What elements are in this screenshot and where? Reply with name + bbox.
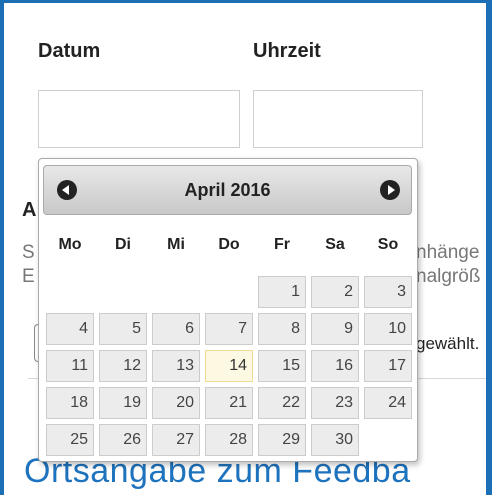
calendar-day[interactable]: 29 bbox=[258, 424, 306, 456]
calendar-day[interactable]: 30 bbox=[311, 424, 359, 456]
weekday-header-so: So bbox=[377, 236, 399, 253]
datepicker-header: April 2016 bbox=[43, 165, 412, 215]
calendar-day[interactable]: 18 bbox=[46, 387, 94, 419]
date-input[interactable] bbox=[38, 90, 240, 148]
calendar-day[interactable]: 7 bbox=[205, 313, 253, 345]
calendar-day[interactable]: 13 bbox=[152, 350, 200, 382]
calendar-day[interactable]: 11 bbox=[46, 350, 94, 382]
bg-text-line-1: nhänge bbox=[416, 242, 480, 263]
calendar-day[interactable]: 8 bbox=[258, 313, 306, 345]
date-label: Datum bbox=[38, 40, 101, 62]
window-frame-top bbox=[0, 0, 492, 3]
calendar-day[interactable]: 27 bbox=[152, 424, 200, 456]
calendar-day[interactable]: 17 bbox=[364, 350, 412, 382]
window-frame-right bbox=[486, 0, 492, 495]
bg-partial-heading: A bbox=[22, 199, 37, 221]
bg-partial-text-2: E bbox=[22, 266, 35, 287]
calendar-day[interactable]: 14 bbox=[205, 350, 253, 382]
weekday-header-do: Do bbox=[218, 236, 240, 253]
calendar-day[interactable]: 23 bbox=[311, 387, 359, 419]
time-input[interactable] bbox=[253, 90, 423, 148]
weekday-header-mo: Mo bbox=[58, 236, 82, 253]
time-label: Uhrzeit bbox=[253, 40, 321, 62]
calendar-day[interactable]: 22 bbox=[258, 387, 306, 419]
weekday-header-di: Di bbox=[115, 236, 131, 253]
bg-partial-text-1: S bbox=[22, 242, 35, 263]
calendar-day[interactable]: 3 bbox=[364, 276, 412, 308]
calendar-day[interactable]: 6 bbox=[152, 313, 200, 345]
calendar-day[interactable]: 10 bbox=[364, 313, 412, 345]
weekday-header-mi: Mi bbox=[167, 236, 185, 253]
window-frame-left bbox=[0, 0, 4, 495]
calendar-day[interactable]: 28 bbox=[205, 424, 253, 456]
calendar-day[interactable]: 9 bbox=[311, 313, 359, 345]
bg-text-line-3: gewählt. bbox=[416, 334, 480, 353]
calendar-day[interactable]: 20 bbox=[152, 387, 200, 419]
bg-text-line-2: nalgröß bbox=[416, 266, 481, 287]
calendar-day[interactable]: 26 bbox=[99, 424, 147, 456]
calendar-day[interactable]: 15 bbox=[258, 350, 306, 382]
datepicker-month-title: April 2016 bbox=[184, 180, 271, 200]
next-month-icon[interactable] bbox=[380, 180, 400, 200]
calendar-day[interactable]: 21 bbox=[205, 387, 253, 419]
calendar-day[interactable]: 5 bbox=[99, 313, 147, 345]
calendar-day[interactable]: 24 bbox=[364, 387, 412, 419]
calendar-day[interactable]: 4 bbox=[46, 313, 94, 345]
calendar-day[interactable]: 12 bbox=[99, 350, 147, 382]
calendar-day[interactable]: 2 bbox=[311, 276, 359, 308]
weekday-header-sa: Sa bbox=[325, 236, 345, 253]
calendar-day[interactable]: 16 bbox=[311, 350, 359, 382]
calendar-day[interactable]: 19 bbox=[99, 387, 147, 419]
calendar-day[interactable]: 1 bbox=[258, 276, 306, 308]
calendar-day[interactable]: 25 bbox=[46, 424, 94, 456]
weekday-header-fr: Fr bbox=[274, 236, 290, 253]
datepicker-popup: April 2016 Mo Di Mi Do Fr Sa So 12345678… bbox=[38, 158, 418, 462]
